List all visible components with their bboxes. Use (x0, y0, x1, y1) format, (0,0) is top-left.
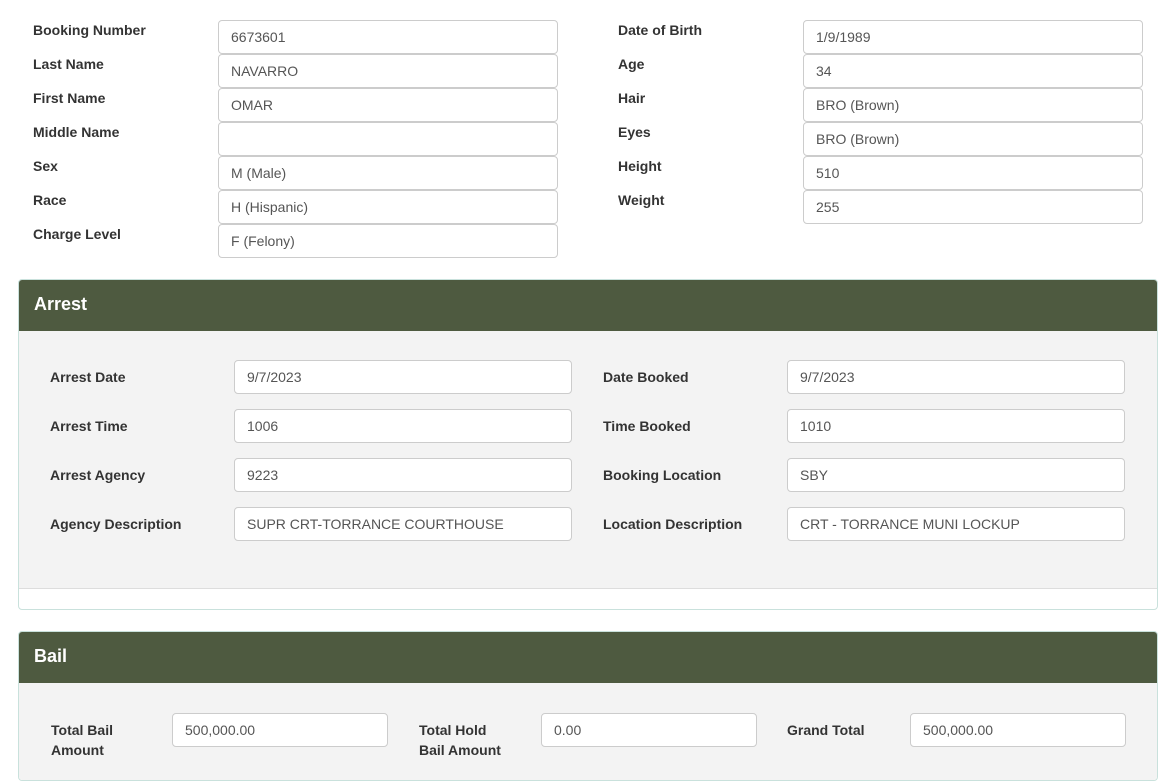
grand-total-label: Grand Total (787, 722, 865, 738)
time-booked-field[interactable]: 1010 (787, 409, 1125, 443)
total-hold-bail-field[interactable]: 0.00 (541, 713, 757, 747)
date-booked-label: Date Booked (603, 369, 689, 385)
last-name-field[interactable]: NAVARRO (218, 54, 558, 88)
eyes-label: Eyes (618, 124, 651, 140)
location-description-label: Location Description (603, 516, 743, 532)
first-name-field[interactable]: OMAR (218, 88, 558, 122)
weight-field[interactable]: 255 (803, 190, 1143, 224)
total-hold-bail-label: Total Hold Bail Amount (419, 720, 501, 760)
charge-level-label: Charge Level (33, 226, 121, 242)
total-bail-label: Total Bail Amount (51, 720, 113, 760)
arrest-agency-label: Arrest Agency (50, 467, 146, 483)
bail-panel-title: Bail (19, 632, 1157, 683)
arrest-agency-field[interactable]: 9223 (234, 458, 572, 492)
location-description-field[interactable]: CRT - TORRANCE MUNI LOCKUP (787, 507, 1125, 541)
sex-field[interactable]: M (Male) (218, 156, 558, 190)
date-of-birth-field[interactable]: 1/9/1989 (803, 20, 1143, 54)
bail-panel-body: Total Bail Amount 500,000.00 Total Hold … (19, 683, 1157, 780)
grand-total-field[interactable]: 500,000.00 (910, 713, 1126, 747)
total-bail-label-line2: Amount (51, 742, 104, 758)
arrest-time-label: Arrest Time (50, 418, 128, 434)
total-bail-label-line1: Total Bail (51, 722, 113, 738)
sex-label: Sex (33, 158, 58, 174)
middle-name-label: Middle Name (33, 124, 120, 140)
total-bail-field[interactable]: 500,000.00 (172, 713, 388, 747)
last-name-label: Last Name (33, 56, 104, 72)
arrest-date-field[interactable]: 9/7/2023 (234, 360, 572, 394)
booking-location-label: Booking Location (603, 467, 722, 483)
bail-panel: Bail Total Bail Amount 500,000.00 Total … (18, 631, 1158, 781)
age-label: Age (618, 56, 645, 72)
time-booked-label: Time Booked (603, 418, 691, 434)
weight-label: Weight (618, 192, 665, 208)
booking-location-field[interactable]: SBY (787, 458, 1125, 492)
arrest-panel-title: Arrest (19, 280, 1157, 331)
race-field[interactable]: H (Hispanic) (218, 190, 558, 224)
date-of-birth-label: Date of Birth (618, 22, 702, 38)
date-booked-field[interactable]: 9/7/2023 (787, 360, 1125, 394)
hair-field[interactable]: BRO (Brown) (803, 88, 1143, 122)
race-label: Race (33, 192, 67, 208)
booking-number-field[interactable]: 6673601 (218, 20, 558, 54)
middle-name-field[interactable] (218, 122, 558, 156)
agency-description-field[interactable]: SUPR CRT-TORRANCE COURTHOUSE (234, 507, 572, 541)
first-name-label: First Name (33, 90, 106, 106)
total-hold-label-line2: Bail Amount (419, 742, 501, 758)
hair-label: Hair (618, 90, 646, 106)
arrest-time-field[interactable]: 1006 (234, 409, 572, 443)
arrest-panel: Arrest Arrest Date 9/7/2023 Arrest Time … (18, 279, 1158, 610)
eyes-field[interactable]: BRO (Brown) (803, 122, 1143, 156)
arrest-panel-body: Arrest Date 9/7/2023 Arrest Time 1006 Ar… (19, 331, 1157, 589)
height-field[interactable]: 510 (803, 156, 1143, 190)
age-field[interactable]: 34 (803, 54, 1143, 88)
arrest-date-label: Arrest Date (50, 369, 126, 385)
charge-level-field[interactable]: F (Felony) (218, 224, 558, 258)
booking-number-label: Booking Number (33, 22, 146, 38)
agency-description-label: Agency Description (50, 516, 182, 532)
total-hold-label-line1: Total Hold (419, 722, 487, 738)
height-label: Height (618, 158, 662, 174)
